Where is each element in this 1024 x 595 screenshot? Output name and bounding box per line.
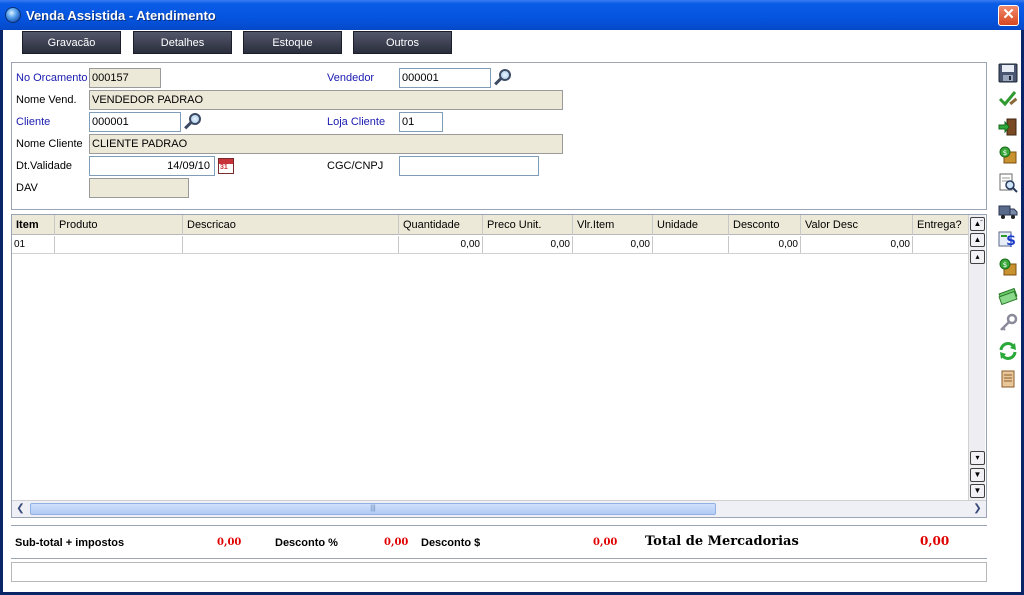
totals-bar: Sub-total + impostos 0,00 Desconto % 0,0…	[11, 525, 987, 559]
cliente-search-icon[interactable]	[183, 112, 203, 132]
nome-cliente-field[interactable]: CLIENTE PADRAO	[89, 134, 563, 154]
status-bar	[11, 562, 987, 582]
cgc-cnpj-field[interactable]	[399, 156, 539, 176]
svg-text:$: $	[1006, 233, 1016, 249]
vendedor-field[interactable]: 000001	[399, 68, 491, 88]
scroll-right-icon[interactable]: ❯	[970, 502, 985, 516]
scroll-down-icon[interactable]: ▾	[970, 451, 985, 465]
cell-valor-desc[interactable]: 0,00	[801, 236, 913, 253]
scroll-top-icon[interactable]: ▲̄	[970, 217, 985, 231]
client-area: Gravacão Detalhes Estoque Outros No Orca…	[3, 30, 1021, 592]
money-box-icon[interactable]: $	[998, 145, 1018, 165]
delivery-truck-icon[interactable]	[998, 201, 1018, 221]
vendedor-search-icon[interactable]	[493, 68, 513, 88]
column-header-preco-unit[interactable]: Preco Unit.	[483, 215, 573, 235]
cliente-field[interactable]: 000001	[89, 112, 181, 132]
column-header-quantidade[interactable]: Quantidade	[399, 215, 483, 235]
column-header-valor-desc[interactable]: Valor Desc	[801, 215, 913, 235]
refresh-icon[interactable]	[998, 341, 1018, 361]
total-mercadorias-label: Total de Mercadorias	[645, 534, 799, 549]
cell-unidade[interactable]	[653, 236, 729, 253]
total-mercadorias-value: 0,00	[920, 534, 950, 548]
nome-cliente-label: Nome Cliente	[16, 138, 83, 150]
save-icon[interactable]	[998, 63, 1018, 83]
orcamento-label[interactable]: No Orcamento	[16, 72, 88, 84]
order-header-panel: No Orcamento 000157 Vendedor 000001 Nome…	[11, 62, 987, 210]
desconto-valor-value: 0,00	[593, 537, 618, 548]
cash-bills-icon[interactable]	[998, 285, 1018, 305]
detalhes-button[interactable]: Detalhes	[133, 31, 232, 54]
svg-text:$: $	[1003, 261, 1007, 269]
loja-cliente-field[interactable]: 01	[399, 112, 443, 132]
cliente-label[interactable]: Cliente	[16, 116, 50, 128]
close-button[interactable]: ✕	[998, 5, 1019, 26]
gravacao-button[interactable]: Gravacão	[22, 31, 121, 54]
cell-descricao[interactable]	[183, 236, 399, 253]
grid-header-row: Item Produto Descricao Quantidade Preco …	[12, 215, 969, 235]
column-header-item[interactable]: Item	[12, 215, 55, 235]
validade-field[interactable]: 14/09/10	[89, 156, 215, 176]
estoque-button[interactable]: Estoque	[243, 31, 342, 54]
key-icon[interactable]	[998, 313, 1018, 333]
cgc-cnpj-label: CGC/CNPJ	[327, 160, 384, 172]
scroll-left-icon[interactable]: ❮	[13, 502, 28, 516]
table-row[interactable]: 01 0,00 0,00 0,00 0,00 0,00	[12, 236, 969, 254]
calendar-icon[interactable]: 31	[218, 158, 234, 174]
preview-icon[interactable]	[998, 173, 1018, 193]
cell-vlr-item[interactable]: 0,00	[573, 236, 653, 253]
vendedor-label[interactable]: Vendedor	[327, 72, 374, 84]
side-toolbar: $ $ $	[994, 58, 1021, 558]
title-bar[interactable]: Venda Assistida - Atendimento ✕	[0, 0, 1024, 30]
app-globe-icon	[5, 7, 21, 23]
vertical-scrollbar[interactable]: ▲̄ ▲ ▴ ▾ ▼ ▼	[968, 215, 985, 501]
cell-item[interactable]: 01	[12, 236, 55, 253]
column-header-produto[interactable]: Produto	[55, 215, 183, 235]
scroll-up-icon[interactable]: ▴	[970, 250, 985, 264]
column-header-unidade[interactable]: Unidade	[653, 215, 729, 235]
subtotal-value: 0,00	[217, 537, 242, 548]
subtotal-label: Sub-total + impostos	[15, 537, 125, 549]
cell-produto[interactable]	[55, 236, 183, 253]
column-header-vlr-item[interactable]: Vlr.Item	[573, 215, 653, 235]
cell-quantidade[interactable]: 0,00	[399, 236, 483, 253]
column-header-desconto[interactable]: Desconto	[729, 215, 801, 235]
outros-button[interactable]: Outros	[353, 31, 452, 54]
nome-vend-label: Nome Vend.	[16, 94, 77, 106]
scroll-page-down-icon[interactable]: ▼	[970, 468, 985, 482]
check-edit-icon[interactable]	[998, 89, 1018, 109]
cell-desconto[interactable]: 0,00	[729, 236, 801, 253]
orcamento-field[interactable]: 000157	[89, 68, 161, 88]
horizontal-scroll-thumb[interactable]: |||	[30, 503, 716, 515]
scroll-icon[interactable]	[998, 369, 1018, 389]
desconto-valor-label: Desconto $	[421, 537, 481, 549]
horizontal-scrollbar[interactable]: ❮ ||| ❯	[12, 500, 986, 517]
validade-label: Dt.Validade	[16, 160, 73, 172]
scroll-page-up-icon[interactable]: ▲	[970, 233, 985, 247]
desconto-pct-value: 0,00	[384, 537, 409, 548]
window-title: Venda Assistida - Atendimento	[26, 8, 216, 23]
exit-door-icon[interactable]	[998, 117, 1018, 137]
loja-cliente-label[interactable]: Loja Cliente	[327, 116, 385, 128]
dav-field[interactable]	[89, 178, 189, 198]
column-header-descricao[interactable]: Descricao	[183, 215, 399, 235]
column-header-entrega[interactable]: Entrega?	[913, 215, 969, 235]
desconto-pct-label: Desconto %	[275, 537, 338, 549]
currency-exchange-icon[interactable]: $	[998, 229, 1018, 249]
app-window: Venda Assistida - Atendimento ✕ Gravacão…	[0, 0, 1024, 595]
cell-preco-unit[interactable]: 0,00	[483, 236, 573, 253]
nome-vend-field[interactable]: VENDEDOR PADRAO	[89, 90, 563, 110]
dav-label: DAV	[16, 182, 38, 194]
items-grid[interactable]: Item Produto Descricao Quantidade Preco …	[11, 214, 987, 518]
cell-entrega[interactable]	[913, 236, 969, 253]
svg-text:$: $	[1003, 149, 1007, 157]
money-box-icon[interactable]: $	[998, 257, 1018, 277]
scroll-bottom-icon[interactable]: ▼	[970, 484, 985, 498]
